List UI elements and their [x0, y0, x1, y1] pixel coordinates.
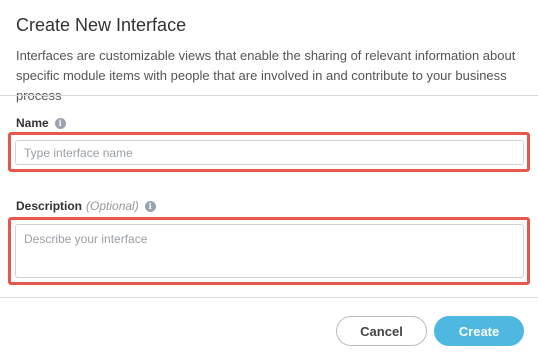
interface-name-input[interactable]: [15, 140, 524, 165]
create-button[interactable]: Create: [434, 316, 524, 346]
description-label-row: Description (Optional) i: [16, 199, 156, 213]
optional-hint: (Optional): [86, 199, 139, 213]
dialog-header: Create New Interface Interfaces are cust…: [16, 14, 526, 106]
info-icon[interactable]: i: [54, 117, 66, 129]
create-interface-dialog: Create New Interface Interfaces are cust…: [0, 0, 538, 358]
cancel-button[interactable]: Cancel: [336, 316, 427, 346]
name-label: Name: [16, 116, 49, 130]
interface-description-input[interactable]: [15, 224, 524, 278]
info-icon[interactable]: i: [144, 200, 156, 212]
dialog-title: Create New Interface: [16, 15, 187, 35]
name-label-row: Name i: [16, 116, 66, 130]
description-label: Description: [16, 199, 83, 213]
header-divider: [0, 95, 538, 96]
footer-divider: [0, 297, 538, 298]
dialog-subtitle: Interfaces are customizable views that e…: [16, 48, 516, 103]
